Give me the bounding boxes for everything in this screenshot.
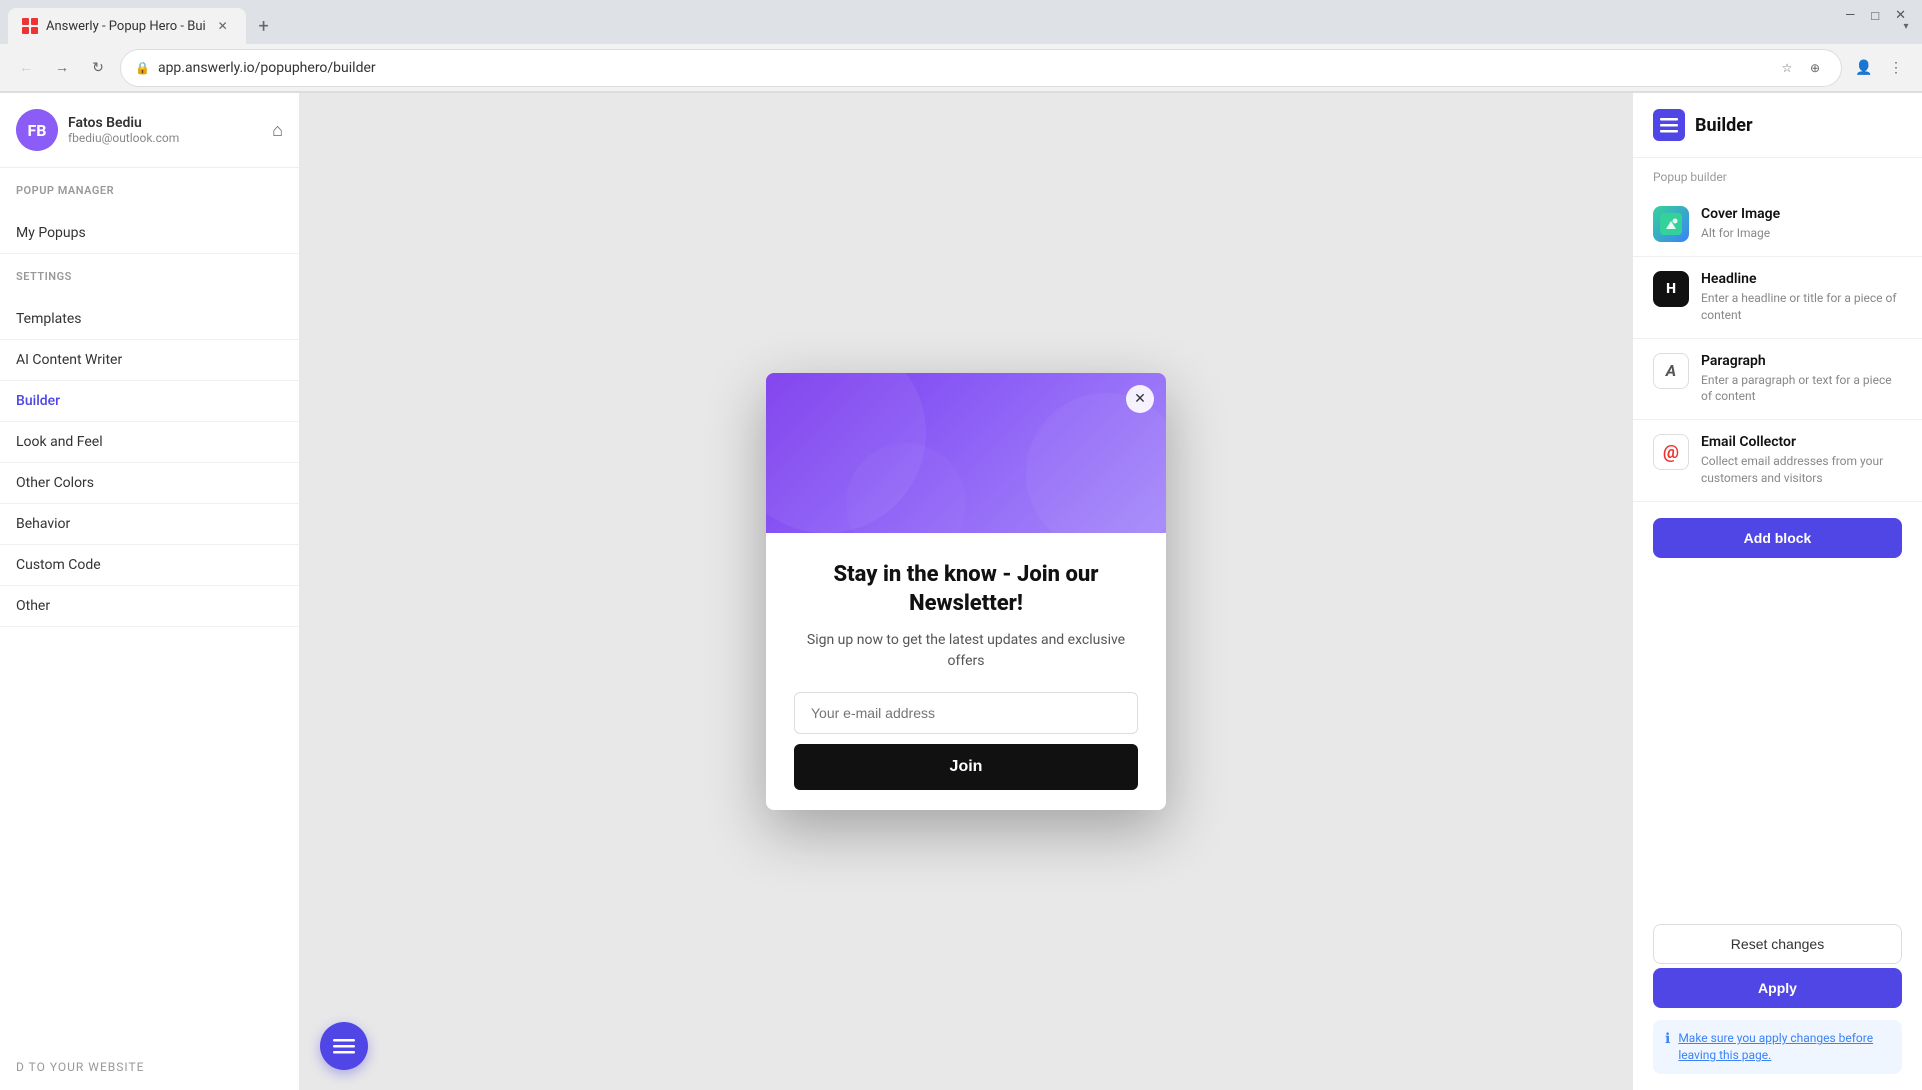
right-panel-subtitle: Popup builder xyxy=(1633,158,1922,192)
builder-item-cover-image[interactable]: Cover Image Alt for Image xyxy=(1633,192,1922,257)
notice-box: ℹ Make sure you apply changes before lea… xyxy=(1653,1020,1902,1074)
email-collector-info: Email Collector Collect email addresses … xyxy=(1701,434,1902,487)
url-actions: ☆ ⊕ xyxy=(1775,56,1827,80)
builder-item-paragraph[interactable]: A Paragraph Enter a paragraph or text fo… xyxy=(1633,339,1922,421)
lock-icon: 🔒 xyxy=(135,61,150,75)
add-block-button[interactable]: Add block xyxy=(1653,518,1902,558)
home-icon[interactable]: ⌂ xyxy=(272,120,283,141)
close-button[interactable]: ✕ xyxy=(1895,8,1906,24)
profile-button[interactable]: 👤 xyxy=(1850,54,1878,82)
sidebar-item-other-colors[interactable]: Other Colors xyxy=(0,463,299,504)
decoration-circle-2 xyxy=(1026,393,1166,533)
paragraph-desc: Enter a paragraph or text for a piece of… xyxy=(1701,372,1902,406)
browser-actions: 👤 ⋮ xyxy=(1850,54,1910,82)
headline-desc: Enter a headline or title for a piece of… xyxy=(1701,290,1902,324)
sidebar-item-look-and-feel[interactable]: Look and Feel xyxy=(0,422,299,463)
main-content: ✕ Stay in the know - Join our Newsletter… xyxy=(300,93,1632,1090)
headline-icon: H xyxy=(1653,271,1689,307)
add-to-website-link[interactable]: D TO YOUR WEBSITE xyxy=(0,1044,299,1090)
cover-image-icon xyxy=(1653,206,1689,242)
sidebar-item-custom-code[interactable]: Custom Code xyxy=(0,545,299,586)
reset-changes-button[interactable]: Reset changes xyxy=(1653,924,1902,964)
user-info: Fatos Bediu fbediu@outlook.com xyxy=(68,115,262,145)
user-name: Fatos Bediu xyxy=(68,115,262,131)
popup-header: ✕ xyxy=(766,373,1166,533)
popup-subtitle: Sign up now to get the latest updates an… xyxy=(794,630,1138,672)
user-profile: FB Fatos Bediu fbediu@outlook.com ⌂ xyxy=(0,93,299,168)
reload-button[interactable]: ↻ xyxy=(84,54,112,82)
tab-bar: Answerly - Popup Hero - Bui ✕ + ▾ xyxy=(0,0,1922,44)
sidebar-item-my-popups[interactable]: My Popups xyxy=(0,213,299,254)
url-bar[interactable]: 🔒 app.answerly.io/popuphero/builder ☆ ⊕ xyxy=(120,49,1842,87)
sidebar-item-templates[interactable]: Templates xyxy=(0,299,299,340)
bookmark-icon[interactable]: ☆ xyxy=(1775,56,1799,80)
sidebar-item-ai-content-writer[interactable]: AI Content Writer xyxy=(0,340,299,381)
popup-body: Stay in the know - Join our Newsletter! … xyxy=(766,533,1166,810)
url-text: app.answerly.io/popuphero/builder xyxy=(158,60,1767,76)
tab-favicon xyxy=(22,18,38,34)
cover-image-desc: Alt for Image xyxy=(1701,225,1902,242)
avatar: FB xyxy=(16,109,58,151)
minimize-button[interactable]: — xyxy=(1845,8,1855,24)
cover-image-info: Cover Image Alt for Image xyxy=(1701,206,1902,242)
tab-close-button[interactable]: ✕ xyxy=(214,17,232,35)
apply-button[interactable]: Apply xyxy=(1653,968,1902,1008)
builder-icon xyxy=(1653,109,1685,141)
address-bar: ← → ↻ 🔒 app.answerly.io/popuphero/builde… xyxy=(0,44,1922,92)
paragraph-title: Paragraph xyxy=(1701,353,1902,369)
tab-title: Answerly - Popup Hero - Bui xyxy=(46,19,206,34)
back-button[interactable]: ← xyxy=(12,54,40,82)
active-tab[interactable]: Answerly - Popup Hero - Bui ✕ xyxy=(8,8,246,44)
popup-title: Stay in the know - Join our Newsletter! xyxy=(794,561,1138,618)
popup-preview: ✕ Stay in the know - Join our Newsletter… xyxy=(766,373,1166,810)
menu-button[interactable]: ⋮ xyxy=(1882,54,1910,82)
email-collector-icon: @ xyxy=(1653,434,1689,470)
svg-text:FB: FB xyxy=(28,121,47,140)
paragraph-info: Paragraph Enter a paragraph or text for … xyxy=(1701,353,1902,406)
popup-close-button[interactable]: ✕ xyxy=(1126,385,1154,413)
user-email: fbediu@outlook.com xyxy=(68,131,262,145)
headline-info: Headline Enter a headline or title for a… xyxy=(1701,271,1902,324)
headline-title: Headline xyxy=(1701,271,1902,287)
right-panel-title: Builder xyxy=(1695,115,1753,136)
builder-item-headline[interactable]: H Headline Enter a headline or title for… xyxy=(1633,257,1922,339)
sidebar-item-other[interactable]: Other xyxy=(0,586,299,627)
cover-image-title: Cover Image xyxy=(1701,206,1902,222)
settings-title: SETTINGS xyxy=(16,270,283,283)
paragraph-icon: A xyxy=(1653,353,1689,389)
right-panel: Builder Popup builder xyxy=(1632,93,1922,1090)
builder-item-email-collector[interactable]: @ Email Collector Collect email addresse… xyxy=(1633,420,1922,502)
sidebar-section-popup-manager: POPUP MANAGER xyxy=(0,168,299,213)
app-container: FB Fatos Bediu fbediu@outlook.com ⌂ POPU… xyxy=(0,93,1922,1090)
info-icon: ℹ xyxy=(1665,1031,1670,1047)
email-collector-title: Email Collector xyxy=(1701,434,1902,450)
maximize-button[interactable]: □ xyxy=(1871,8,1879,24)
sidebar-item-behavior[interactable]: Behavior xyxy=(0,504,299,545)
popup-decoration xyxy=(766,373,1166,533)
email-collector-desc: Collect email addresses from your custom… xyxy=(1701,453,1902,487)
sidebar-item-builder[interactable]: Builder xyxy=(0,381,299,422)
floating-menu-button[interactable] xyxy=(320,1022,368,1070)
notice-text: Make sure you apply changes before leavi… xyxy=(1678,1030,1890,1064)
browser-chrome: Answerly - Popup Hero - Bui ✕ + ▾ ← → ↻ … xyxy=(0,0,1922,93)
sidebar-section-settings: SETTINGS xyxy=(0,254,299,299)
window-controls: — □ ✕ xyxy=(1845,8,1906,24)
popup-manager-title: POPUP MANAGER xyxy=(16,184,283,197)
popup-email-input[interactable] xyxy=(794,692,1138,734)
sidebar: FB Fatos Bediu fbediu@outlook.com ⌂ POPU… xyxy=(0,93,300,1090)
new-tab-button[interactable]: + xyxy=(250,12,278,40)
extension-icon[interactable]: ⊕ xyxy=(1803,56,1827,80)
right-panel-header: Builder xyxy=(1633,93,1922,158)
popup-join-button[interactable]: Join xyxy=(794,744,1138,790)
forward-button[interactable]: → xyxy=(48,54,76,82)
